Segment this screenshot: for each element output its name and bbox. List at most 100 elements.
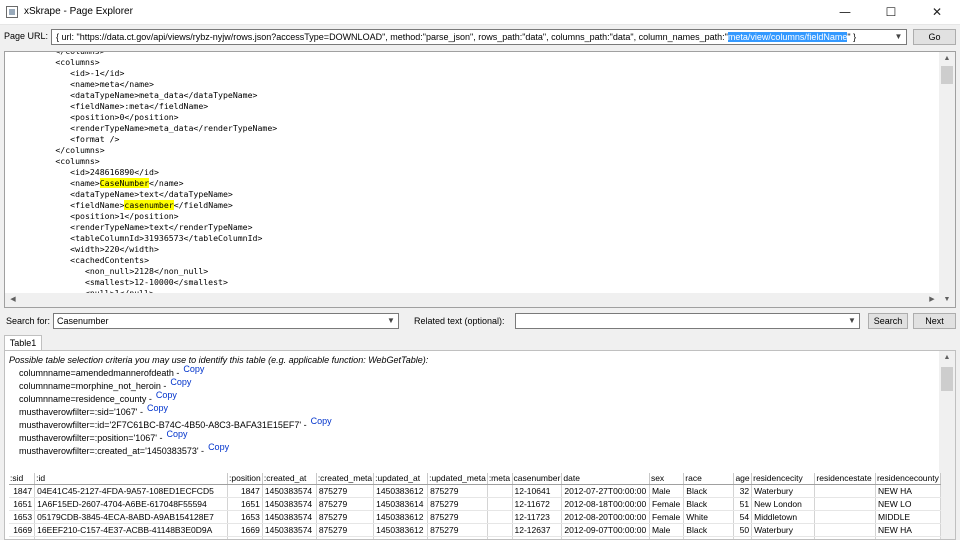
code-line: <position>1</position> xyxy=(70,211,179,221)
next-button[interactable]: Next xyxy=(913,313,956,329)
go-button[interactable]: Go xyxy=(913,29,956,45)
copy-link[interactable]: Copy xyxy=(311,416,332,426)
code-line: <non_null>2128</non_null> xyxy=(84,266,209,276)
column-header[interactable]: race xyxy=(683,473,735,485)
tab-table1[interactable]: Table1 xyxy=(4,335,42,351)
code-line: <renderTypeName>meta_data</renderTypeNam… xyxy=(70,123,278,133)
copy-link[interactable]: Copy xyxy=(156,390,177,400)
table-cell: 1450383612 xyxy=(373,484,429,498)
criteria-text: musthaverowfilter=:id='2F7C61BC-B74C-4B5… xyxy=(19,420,307,430)
table-row[interactable]: 1669 16EEF210-C157-4E37-ACBB-41148B3E0D9A… xyxy=(9,523,941,537)
data-grid[interactable]: :sid:id:position:created_at:created_meta… xyxy=(9,473,941,539)
app-icon xyxy=(6,6,18,18)
horizontal-scrollbar[interactable]: ◀ ▶ xyxy=(5,293,940,307)
column-header[interactable]: residencecounty xyxy=(875,473,941,485)
scroll-down-icon[interactable]: ▼ xyxy=(939,293,955,307)
code-line: <smallest>12-10000</smallest> xyxy=(84,277,228,287)
table-cell: Black xyxy=(683,484,735,498)
column-header[interactable]: age xyxy=(733,473,753,485)
table-cell: 1450383612 xyxy=(373,510,429,524)
column-header[interactable]: :created_meta xyxy=(316,473,375,485)
table-cell: 2012-09-14T00:00:00 xyxy=(561,536,650,539)
url-input[interactable]: { url: "https://data.ct.gov/api/views/ry… xyxy=(51,29,907,45)
search-input[interactable]: Casenumber ▼ xyxy=(53,313,399,329)
column-header[interactable]: casenumber xyxy=(512,473,563,485)
column-header[interactable]: :created_at xyxy=(262,473,317,485)
table-cell: Male xyxy=(649,484,685,498)
url-row: Page URL: { url: "https://data.ct.gov/ap… xyxy=(0,28,960,46)
search-row: Search for: Casenumber ▼ Related text (o… xyxy=(0,312,960,330)
scroll-right-icon[interactable]: ▶ xyxy=(924,293,940,307)
table-row[interactable]: 1651 1A6F15ED-2607-4704-A6BE-617048F55594… xyxy=(9,497,941,511)
column-header[interactable]: residencestate xyxy=(814,473,876,485)
scroll-left-icon[interactable]: ◀ xyxy=(5,293,21,307)
table-cell xyxy=(487,510,513,524)
table-cell: 1450383574 xyxy=(262,484,317,498)
table-cell: 12-12637 xyxy=(512,523,563,537)
scroll-up-icon[interactable]: ▲ xyxy=(939,52,955,66)
table-row[interactable]: 1653 05179CDB-3845-4ECA-8ABD-A9AB154128E7… xyxy=(9,510,941,524)
column-header[interactable]: :updated_at xyxy=(373,473,429,485)
code-line: <name>meta</name> xyxy=(70,79,154,89)
table-cell: 875279 xyxy=(427,510,488,524)
url-text-selected: meta/view/columns/fieldName xyxy=(727,32,848,42)
code-line: <dataTypeName>text</dataTypeName> xyxy=(70,189,233,199)
table-cell: 16EEF210-C157-4E37-ACBB-41148B3E0D9A xyxy=(34,523,229,537)
column-header[interactable]: :id xyxy=(34,473,229,485)
column-header[interactable]: sex xyxy=(649,473,685,485)
chevron-down-icon[interactable]: ▼ xyxy=(384,314,398,328)
copy-link[interactable]: Copy xyxy=(208,442,229,452)
chevron-down-icon[interactable]: ▼ xyxy=(845,314,859,328)
table-row[interactable]: 186201282952-8CC2-4462-B7AE-105BC36C5DCD… xyxy=(9,536,941,539)
criteria-item: musthaverowfilter=:created_at='145038357… xyxy=(19,442,332,458)
table-cell: New London xyxy=(751,497,816,511)
table-cell: 46 xyxy=(733,536,753,539)
scroll-thumb[interactable] xyxy=(941,367,953,391)
search-match-highlight: CaseNumber xyxy=(99,178,150,188)
table-cell: Waterbury xyxy=(751,484,816,498)
table-row[interactable]: 1847 04E41C45-2127-4FDA-9A57-108ED1ECFCD5… xyxy=(9,484,941,498)
related-text-input[interactable]: ▼ xyxy=(515,313,860,329)
criteria-text: columnname=residence_county - xyxy=(19,394,152,404)
chevron-down-icon[interactable]: ▼ xyxy=(891,30,906,44)
copy-link[interactable]: Copy xyxy=(183,364,204,374)
code-line: <width>220</width> xyxy=(70,244,159,254)
xml-source-panel[interactable]: </columns> <columns> <id>-1</id> <name>m… xyxy=(4,51,956,308)
table-cell: 12-11672 xyxy=(512,497,563,511)
search-button[interactable]: Search xyxy=(868,313,908,329)
copy-link[interactable]: Copy xyxy=(170,377,191,387)
selection-criteria-hint: Possible table selection criteria you ma… xyxy=(9,355,429,365)
table-cell: 05179CDB-3845-4ECA-8ABD-A9AB154128E7 xyxy=(34,510,229,524)
code-line: <id>248616890</id> xyxy=(70,167,159,177)
panel-vertical-scrollbar[interactable]: ▲ xyxy=(939,351,955,539)
copy-link[interactable]: Copy xyxy=(167,429,188,439)
table-cell: NEW HA xyxy=(875,523,941,537)
column-header[interactable]: residencecity xyxy=(751,473,816,485)
minimize-button[interactable]: — xyxy=(822,0,868,25)
table-cell: 12-12986 xyxy=(512,536,563,539)
column-header[interactable]: :meta xyxy=(487,473,513,485)
table-cell: Female xyxy=(649,497,685,511)
criteria-text: musthaverowfilter=:created_at='145038357… xyxy=(19,446,205,456)
column-header[interactable]: :sid xyxy=(9,473,36,485)
table-cell xyxy=(487,536,513,539)
scroll-up-icon[interactable]: ▲ xyxy=(939,351,955,365)
table-cell: 32 xyxy=(733,484,753,498)
table-cell: 1450383612 xyxy=(373,523,429,537)
table-cell: 12-11723 xyxy=(512,510,563,524)
copy-link[interactable]: Copy xyxy=(147,403,168,413)
column-header[interactable]: :updated_meta xyxy=(427,473,488,485)
scroll-thumb[interactable] xyxy=(941,66,953,84)
column-header[interactable]: date xyxy=(561,473,650,485)
maximize-button[interactable]: ☐ xyxy=(868,0,914,25)
column-header[interactable]: :position xyxy=(227,473,263,485)
close-button[interactable]: ✕ xyxy=(914,0,960,25)
table-cell: 01282952-8CC2-4462-B7AE-105BC36C5DCD xyxy=(34,536,229,539)
table-panel: Possible table selection criteria you ma… xyxy=(4,350,956,540)
vertical-scrollbar[interactable]: ▲ ▼ xyxy=(939,52,955,307)
table-cell xyxy=(814,497,876,511)
criteria-text: columnname=morphine_not_heroin - xyxy=(19,381,167,391)
table-cell: NEW LO xyxy=(875,497,941,511)
table-cell: 1669 xyxy=(9,523,36,537)
table-cell xyxy=(487,484,513,498)
